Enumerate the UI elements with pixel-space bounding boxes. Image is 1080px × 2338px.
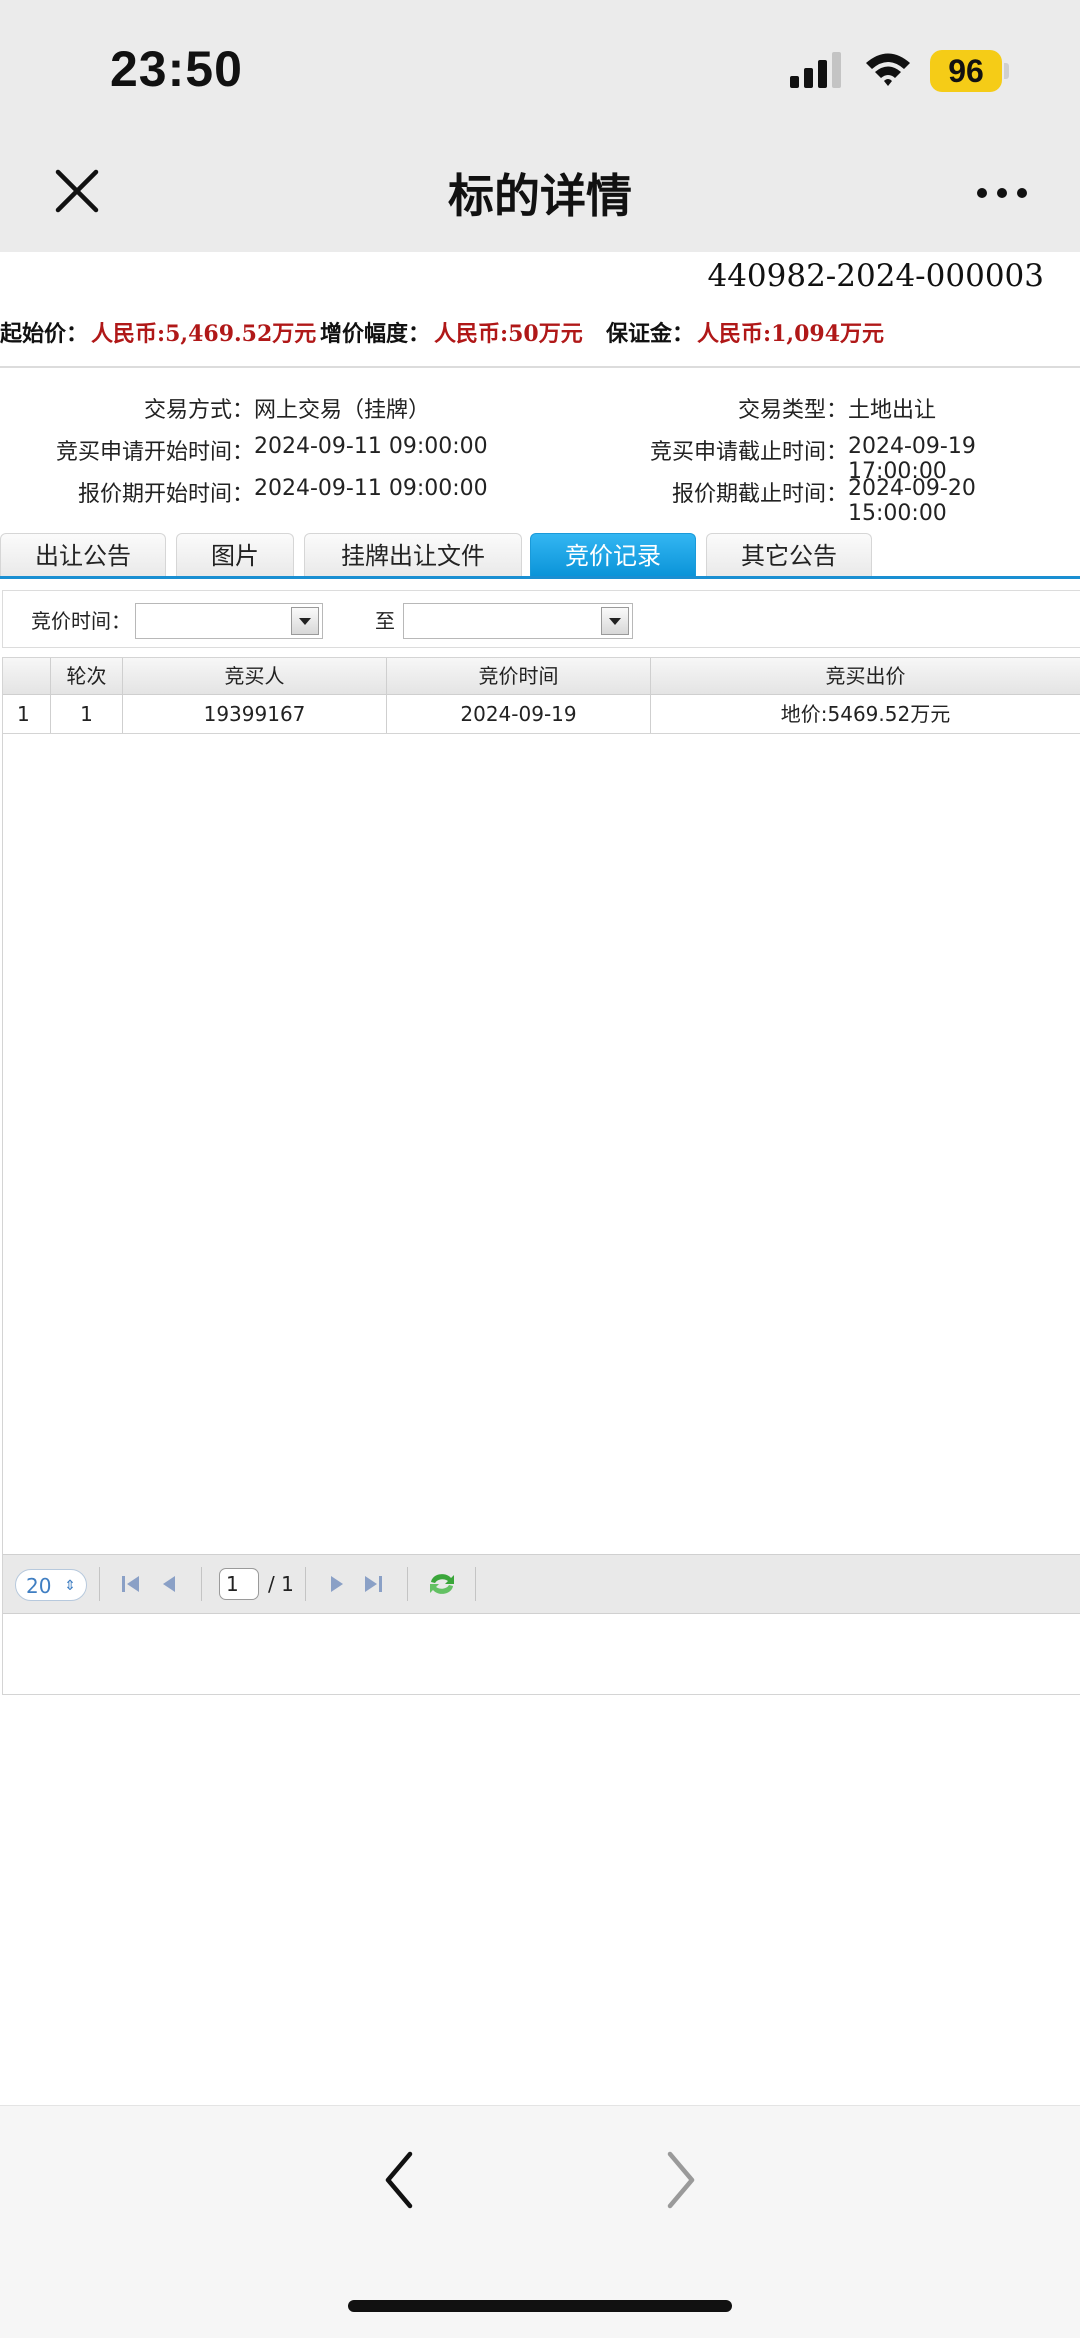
quote-start-value: 2024-09-11 09:00:00 <box>254 476 488 501</box>
page-title: 标的详情 <box>448 169 632 223</box>
quote-start-label: 报价期开始时间： <box>77 482 254 507</box>
pager-separator <box>305 1567 306 1601</box>
pagination-bar: 20 ⇕ 1 / 1 <box>3 1554 1080 1614</box>
info-row-apply: 竞买申请开始时间： 2024-09-11 09:00:00 竞买申请截止时间： … <box>0 434 1080 484</box>
header-bid-price: 竞买出价 <box>825 664 906 688</box>
wifi-icon <box>866 53 910 86</box>
price-step-label: 增价幅度： <box>320 322 431 347</box>
battery-tip <box>1004 63 1009 79</box>
trade-type-label: 交易类型： <box>737 398 848 423</box>
divider <box>0 366 1080 368</box>
start-price-value: 人民币:5,469.52万元 <box>91 321 317 347</box>
tab-bid-records[interactable]: 竞价记录 <box>530 533 696 577</box>
page-size-value: 20 <box>26 1574 52 1598</box>
apply-start-value: 2024-09-11 09:00:00 <box>254 434 488 459</box>
bid-time-filter: 竞价时间： 至 <box>2 590 1080 648</box>
prev-page-icon[interactable] <box>157 1572 181 1596</box>
trade-method-value: 网上交易（挂牌） <box>254 398 431 423</box>
first-page-icon[interactable] <box>119 1572 143 1596</box>
tab-pictures[interactable]: 图片 <box>176 533 294 577</box>
table-row[interactable]: 1 1 19399167 2024-09-19 地价:5469.52万元 <box>3 695 1080 734</box>
trade-method-label: 交易方式： <box>143 398 254 423</box>
tab-listing-documents[interactable]: 挂牌出让文件 <box>304 533 522 577</box>
bid-time-from-select[interactable] <box>135 603 323 639</box>
chevron-down-icon[interactable] <box>601 607 629 635</box>
forward-icon[interactable] <box>660 2148 700 2212</box>
tab-other-notices[interactable]: 其它公告 <box>706 533 872 577</box>
apply-start-label: 竞买申请开始时间： <box>55 440 254 465</box>
pager-separator <box>99 1567 100 1601</box>
header-rownum <box>3 658 51 694</box>
bid-time-to-select[interactable] <box>403 603 633 639</box>
bid-time-label: 竞价时间： <box>31 609 131 633</box>
price-summary: 起始价： 人民币:5,469.52万元 增价幅度： 人民币:50万元 保证金： … <box>0 316 1080 356</box>
next-page-icon[interactable] <box>325 1572 349 1596</box>
grid-header: 轮次 竞买人 竞价时间 竞买出价 <box>3 658 1080 695</box>
pager-separator <box>407 1567 408 1601</box>
info-row-quote: 报价期开始时间： 2024-09-11 09:00:00 报价期截止时间： 20… <box>0 476 1080 526</box>
quote-end-label: 报价期截止时间： <box>671 482 848 507</box>
refresh-icon[interactable] <box>427 1570 457 1598</box>
deposit-label: 保证金： <box>606 322 695 347</box>
status-time: 23:50 <box>110 41 243 97</box>
home-indicator[interactable] <box>348 2300 732 2312</box>
back-icon[interactable] <box>380 2148 420 2212</box>
deposit-value: 人民币:1,094万元 <box>697 321 885 347</box>
row-round: 1 <box>51 695 123 733</box>
range-separator: 至 <box>375 609 395 633</box>
page-size-select[interactable]: 20 ⇕ <box>15 1569 87 1601</box>
trade-type-value: 土地出让 <box>848 398 937 423</box>
price-step-value: 人民币:50万元 <box>434 321 583 347</box>
header-round: 轮次 <box>51 658 123 694</box>
header-bid-time: 竞价时间 <box>387 658 651 694</box>
row-number: 1 <box>3 695 51 733</box>
page-number-input[interactable]: 1 <box>219 1568 259 1600</box>
tab-bar: 出让公告 图片 挂牌出让文件 竞价记录 其它公告 <box>0 529 1080 577</box>
cellular-signal-icon <box>790 52 841 88</box>
bottom-toolbar <box>0 2105 1080 2338</box>
header-bidder: 竞买人 <box>123 658 387 694</box>
nav-bar: 标的详情 <box>0 130 1080 252</box>
pager-separator <box>201 1567 202 1601</box>
start-price-label: 起始价： <box>0 322 89 347</box>
apply-end-label: 竞买申请截止时间： <box>649 440 848 465</box>
status-bar: 23:50 96 <box>0 0 1080 130</box>
row-bid-time: 2024-09-19 <box>387 695 651 733</box>
pager-separator <box>475 1567 476 1601</box>
more-icon[interactable] <box>976 186 1028 200</box>
last-page-icon[interactable] <box>361 1572 385 1596</box>
lot-number: 440982-2024-000003 <box>707 258 1044 294</box>
row-bid-price: 地价:5469.52万元 <box>780 702 951 726</box>
battery-level: 96 <box>930 50 1002 92</box>
chevron-down-icon[interactable] <box>291 607 319 635</box>
info-row-trade: 交易方式： 网上交易（挂牌） 交易类型： 土地出让 <box>0 392 1080 428</box>
tab-transfer-notice[interactable]: 出让公告 <box>0 533 166 577</box>
row-bidder: 19399167 <box>123 695 387 733</box>
page-total: / 1 <box>268 1572 294 1596</box>
bid-records-grid: 轮次 竞买人 竞价时间 竞买出价 1 1 19399167 2024-09-19… <box>2 657 1080 1695</box>
quote-end-value: 2024-09-20 15:00:00 <box>848 476 976 526</box>
tab-underline <box>0 576 1080 579</box>
updown-icon: ⇕ <box>64 1578 76 1594</box>
